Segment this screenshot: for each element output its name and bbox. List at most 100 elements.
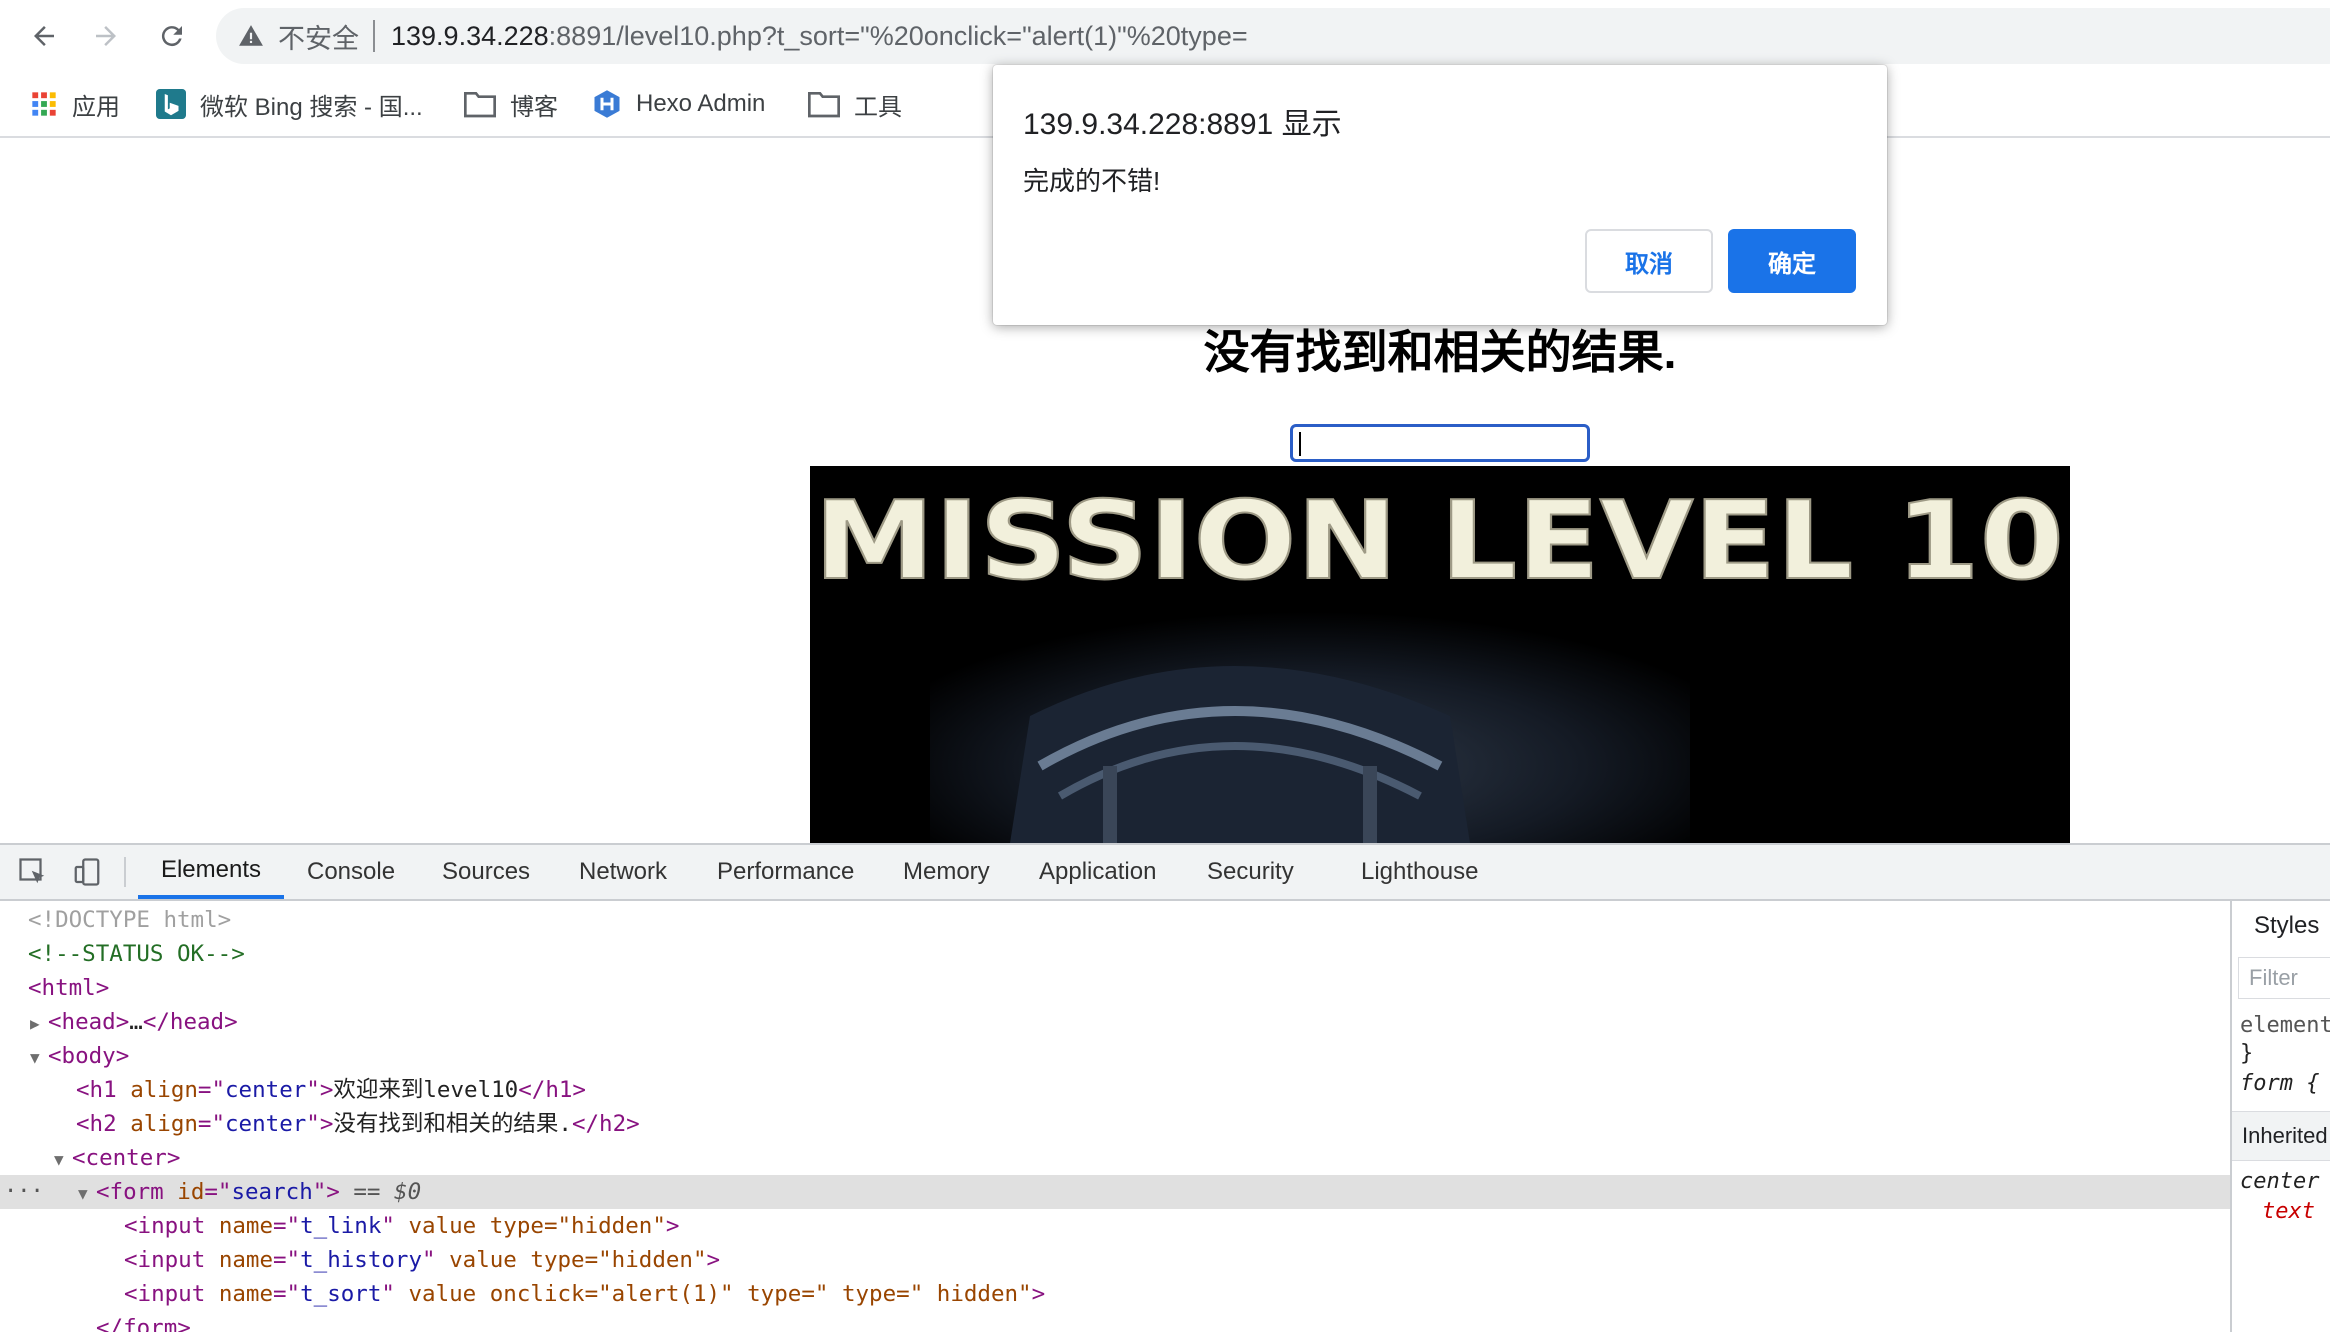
center-style-rule: center	[2240, 1169, 2320, 1194]
folder-icon	[464, 90, 496, 118]
forward-arrow-icon	[96, 26, 116, 46]
h2-tag-name: h2	[89, 1111, 117, 1137]
inspect-element-button[interactable]	[16, 855, 50, 889]
reload-icon	[161, 26, 182, 47]
dom-form-node-selected[interactable]: ··· ▼ <form id="search"> == $0	[0, 1175, 2230, 1209]
dom-comment[interactable]: <!--STATUS OK-->	[0, 937, 2230, 971]
dom-doctype[interactable]: <!DOCTYPE html>	[0, 903, 2230, 937]
collapse-triangle-icon[interactable]: ▼	[30, 1041, 48, 1075]
reload-button[interactable]	[150, 14, 194, 58]
omnibox-separator	[373, 20, 375, 52]
device-toolbar-button[interactable]	[70, 855, 104, 889]
dom-head-node[interactable]: ▶ <head>…</head>	[0, 1005, 2230, 1039]
tab-memory[interactable]: Memory	[903, 845, 990, 899]
dom-center-node[interactable]: ▼ <center>	[0, 1141, 2230, 1175]
input-tag-name: input	[137, 1281, 206, 1307]
h1-tag-name: h1	[89, 1077, 117, 1103]
tab-sources[interactable]: Sources	[442, 845, 530, 899]
input-extra-attrs: value type="hidden"	[408, 1213, 666, 1239]
input-tag-name: input	[137, 1247, 206, 1273]
h2-text: 没有找到和相关的结果.	[333, 1111, 572, 1137]
rule-close-brace: }	[2240, 1041, 2254, 1066]
tab-network[interactable]: Network	[579, 845, 667, 899]
attr-name: align	[130, 1077, 198, 1103]
form-close-tag: </form>	[96, 1315, 191, 1332]
bookmark-blog-folder[interactable]: 博客	[464, 72, 558, 136]
attr-name: align	[130, 1111, 198, 1137]
security-label[interactable]: 不安全	[278, 17, 359, 56]
dom-input-t-link[interactable]: <input name="t_link" value type="hidden"…	[0, 1209, 2230, 1243]
element-style-rule: element	[2240, 1013, 2330, 1038]
tab-lighthouse[interactable]: Lighthouse	[1361, 845, 1478, 899]
styles-tab[interactable]: Styles	[2232, 901, 2330, 951]
html-tag-name: html	[41, 975, 96, 1001]
input-extra-attrs: value type="hidden"	[449, 1247, 707, 1273]
input-name-value: t_history	[300, 1247, 423, 1273]
tab-application[interactable]: Application	[1039, 845, 1156, 899]
bing-icon	[156, 89, 186, 119]
more-options-icon[interactable]: ···	[4, 1175, 44, 1209]
center-style-prop: text	[2262, 1199, 2315, 1224]
browser-toolbar: 不安全 139.9.34.228:8891/level10.php?t_sort…	[0, 0, 2330, 72]
expand-triangle-icon[interactable]: ▶	[30, 1007, 48, 1041]
address-bar[interactable]: 不安全 139.9.34.228:8891/level10.php?t_sort…	[216, 8, 2330, 64]
doctype-text: <!DOCTYPE html>	[28, 907, 232, 933]
back-button[interactable]	[22, 14, 66, 58]
hexo-icon	[592, 89, 622, 119]
h2-close-tag-name: h2	[599, 1111, 627, 1137]
dom-form-close[interactable]: </form>	[0, 1311, 2230, 1332]
tab-security[interactable]: Security	[1207, 845, 1294, 899]
cancel-button[interactable]: 取消	[1585, 229, 1713, 293]
bookmark-label: 博客	[510, 93, 558, 121]
banner-image: MISSION LEVEL 10	[810, 466, 2070, 843]
attr-value: center	[225, 1111, 307, 1137]
bookmark-hexo-admin[interactable]: Hexo Admin	[592, 72, 765, 136]
styles-filter-input[interactable]: Filter	[2238, 957, 2330, 999]
tab-performance[interactable]: Performance	[717, 845, 854, 899]
page-heading: 没有找到和相关的结果.	[1203, 326, 1677, 378]
body-tag-name: body	[61, 1043, 116, 1069]
tab-bar-divider	[124, 857, 126, 887]
bookmark-apps[interactable]: 应用	[30, 72, 120, 136]
form-style-rule: form {	[2240, 1071, 2320, 1096]
dom-h1-node[interactable]: <h1 align="center">欢迎来到level10</h1>	[0, 1073, 2230, 1107]
search-input[interactable]	[1290, 424, 1590, 462]
bookmark-label: Hexo Admin	[636, 90, 766, 117]
tab-elements[interactable]: Elements	[138, 845, 284, 899]
warning-triangle-icon	[238, 22, 266, 50]
input-tag-name: input	[137, 1213, 206, 1239]
bookmark-label: 工具	[854, 93, 902, 121]
input-name-value: t_link	[300, 1213, 382, 1239]
collapse-triangle-icon[interactable]: ▼	[78, 1177, 96, 1211]
ok-button[interactable]: 确定	[1728, 229, 1856, 293]
input-name-value: t_sort	[300, 1281, 382, 1307]
bookmark-bing[interactable]: 微软 Bing 搜索 - 国...	[156, 72, 423, 136]
h1-text: 欢迎来到level10	[333, 1077, 519, 1103]
folder-icon	[808, 90, 840, 118]
head-tag-name: head	[61, 1009, 116, 1035]
center-tag-name: center	[85, 1145, 167, 1171]
dom-h2-node[interactable]: <h2 align="center">没有找到和相关的结果.</h2>	[0, 1107, 2230, 1141]
collapse-triangle-icon[interactable]: ▼	[54, 1143, 72, 1177]
attr-value: search	[231, 1179, 313, 1205]
url-path: :8891/level10.php?t_sort="%20onclick="al…	[548, 20, 1248, 51]
devtools-tab-bar: Elements Console Sources Network Perform…	[0, 845, 2330, 901]
inspect-cursor-icon	[19, 858, 45, 884]
banner-title: MISSION LEVEL 10	[814, 479, 2064, 604]
dom-html-node[interactable]: <html>	[0, 971, 2230, 1005]
bookmark-label: 应用	[72, 93, 120, 121]
dom-body-node[interactable]: ▼ <body>	[0, 1039, 2230, 1073]
dom-input-t-sort[interactable]: <input name="t_sort" value onclick="aler…	[0, 1277, 2230, 1311]
bookmark-label: 微软 Bing 搜索 - 国...	[200, 93, 423, 121]
tab-console[interactable]: Console	[307, 845, 395, 899]
dom-input-t-history[interactable]: <input name="t_history" value type="hidd…	[0, 1243, 2230, 1277]
back-arrow-icon	[34, 26, 54, 46]
forward-button[interactable]	[84, 14, 128, 58]
elements-tree: <!DOCTYPE html> <!--STATUS OK--> <html> …	[0, 901, 2230, 1332]
attr-value: center	[225, 1077, 307, 1103]
apps-grid-icon	[30, 90, 58, 118]
attr-name: id	[177, 1179, 205, 1205]
head-collapsed-ellipsis: …	[129, 1009, 143, 1035]
bookmark-tools-folder[interactable]: 工具	[808, 72, 902, 136]
dialog-message: 完成的不错!	[1023, 166, 1161, 196]
